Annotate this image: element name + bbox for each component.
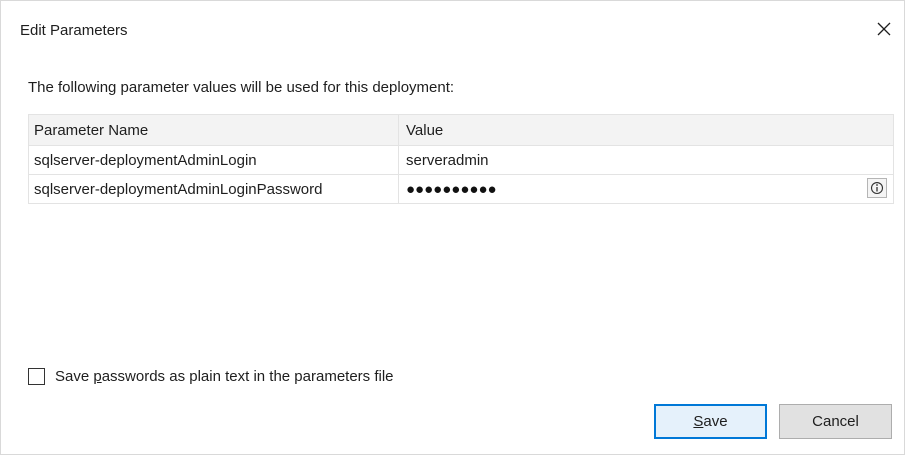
label-part: asswords as plain text in the parameters…	[101, 368, 394, 385]
save-button[interactable]: Save	[654, 404, 767, 439]
table-row[interactable]: sqlserver-deploymentAdminLoginPassword ●…	[28, 175, 894, 204]
save-plain-text-option[interactable]: Save passwords as plain text in the para…	[28, 368, 394, 385]
close-button[interactable]	[870, 15, 898, 43]
save-plain-text-label[interactable]: Save passwords as plain text in the para…	[55, 368, 394, 385]
save-plain-text-checkbox[interactable]	[28, 368, 45, 385]
reveal-password-button[interactable]	[867, 178, 887, 198]
password-value-field[interactable]: ●●●●●●●●●●	[399, 175, 893, 203]
edit-parameters-dialog: Edit Parameters The following parameter …	[0, 0, 905, 455]
masked-password: ●●●●●●●●●●	[406, 180, 497, 198]
table-row[interactable]: sqlserver-deploymentAdminLogin serveradm…	[28, 146, 894, 175]
column-header-parameter-name[interactable]: Parameter Name	[29, 115, 399, 145]
cancel-button[interactable]: Cancel	[779, 404, 892, 439]
title-bar: Edit Parameters	[1, 1, 904, 59]
close-icon	[877, 22, 891, 36]
label-part: Save	[55, 368, 94, 385]
dialog-title: Edit Parameters	[20, 22, 128, 39]
instruction-text: The following parameter values will be u…	[28, 79, 455, 96]
reveal-password-icon	[870, 181, 884, 195]
parameters-grid: Parameter Name Value sqlserver-deploymen…	[28, 114, 894, 204]
column-header-value[interactable]: Value	[399, 115, 893, 145]
save-accelerator: S	[693, 413, 704, 430]
grid-header: Parameter Name Value	[28, 114, 894, 146]
save-label: ave	[703, 413, 728, 430]
label-accelerator: p	[93, 368, 102, 385]
parameter-value-field[interactable]: serveradmin	[399, 146, 893, 174]
parameter-name-cell: sqlserver-deploymentAdminLoginPassword	[29, 175, 399, 203]
parameter-name-cell: sqlserver-deploymentAdminLogin	[29, 146, 399, 174]
